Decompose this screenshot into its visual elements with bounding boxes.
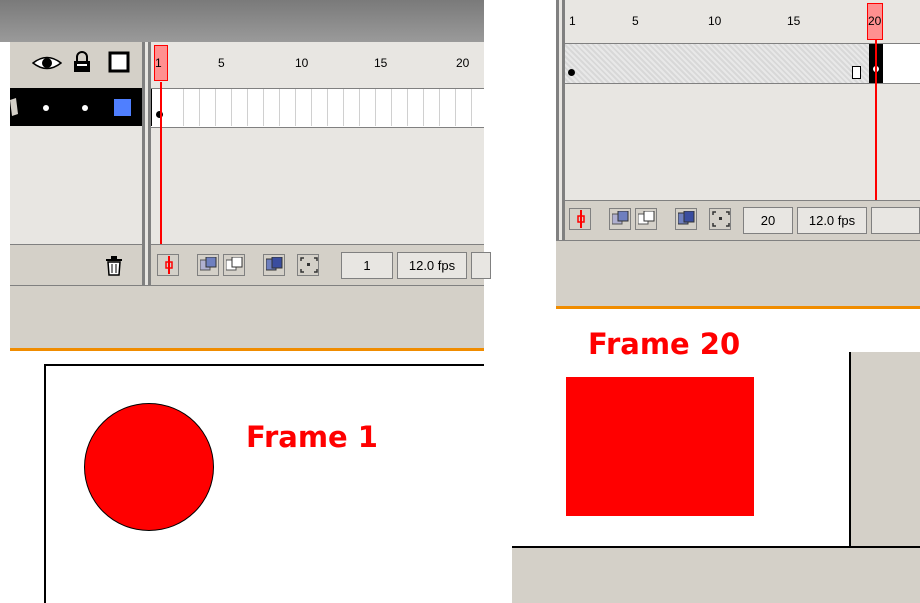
modify-onion-markers-icon bbox=[300, 257, 318, 278]
onion-skin-outlines-button[interactable] bbox=[223, 254, 245, 276]
onion-skin-icon bbox=[611, 210, 630, 232]
current-frame-field: 1 bbox=[341, 252, 393, 279]
frames-row-right[interactable] bbox=[565, 44, 920, 84]
modify-onion-markers-button[interactable] bbox=[709, 208, 731, 230]
ruler-number-20: 20 bbox=[456, 56, 470, 70]
frame-ruler-right: 1 5 10 15 20 bbox=[565, 0, 920, 44]
ruler-number-20: 20 bbox=[868, 14, 882, 28]
layer-row[interactable] bbox=[10, 88, 142, 126]
ruler-number-1: 1 bbox=[155, 56, 162, 70]
onion-skin-outlines-icon bbox=[225, 256, 244, 278]
lock-icon[interactable] bbox=[72, 51, 92, 78]
center-frame-button[interactable] bbox=[569, 208, 591, 230]
ruler-number-5: 5 bbox=[632, 14, 639, 28]
right-flash-window: 1 5 10 15 20 20 12.0 fps Frame 20 bbox=[484, 0, 920, 603]
toolbar-strip bbox=[10, 285, 484, 349]
edit-multiple-frames-button[interactable] bbox=[263, 254, 285, 276]
ruler-number-15: 15 bbox=[787, 14, 801, 28]
modify-onion-markers-button[interactable] bbox=[297, 254, 319, 276]
ruler-number-10: 10 bbox=[708, 14, 722, 28]
frame-ruler: 1 5 10 15 20 bbox=[151, 42, 484, 89]
playhead-line-right bbox=[875, 40, 877, 202]
layer-color-square[interactable] bbox=[113, 98, 132, 117]
ruler-number-10: 10 bbox=[295, 56, 309, 70]
ruler-number-1: 1 bbox=[569, 14, 576, 28]
eye-icon[interactable] bbox=[31, 54, 63, 77]
timeline-controls-right: 20 12.0 fps bbox=[565, 200, 920, 241]
ruler-number-15: 15 bbox=[374, 56, 388, 70]
red-circle[interactable] bbox=[84, 403, 214, 531]
end-frame-marker bbox=[852, 66, 861, 79]
timeline-controls: 1 12.0 fps bbox=[151, 244, 491, 285]
current-frame-field: 20 bbox=[743, 207, 793, 234]
layer-list-empty bbox=[10, 126, 142, 244]
onion-skin-outlines-icon bbox=[637, 210, 656, 232]
lock-dot[interactable] bbox=[82, 105, 88, 111]
frame-1-label: Frame 1 bbox=[246, 420, 378, 454]
edit-multiple-frames-icon bbox=[265, 256, 284, 278]
pasteboard-gray-bottom bbox=[512, 546, 920, 603]
frame-rate-field[interactable]: 12.0 fps bbox=[797, 207, 867, 234]
timeline-area-right: 1 5 10 15 20 20 12.0 fps bbox=[556, 0, 920, 241]
frame-rate-field[interactable]: 12.0 fps bbox=[397, 252, 467, 279]
onion-skin-icon bbox=[199, 256, 218, 278]
pencil-icon bbox=[10, 98, 18, 121]
outline-icon[interactable] bbox=[108, 51, 132, 78]
center-frame-button[interactable] bbox=[157, 254, 179, 276]
onion-skin-button[interactable] bbox=[197, 254, 219, 276]
layer-controls bbox=[10, 244, 142, 286]
visibility-dot[interactable] bbox=[43, 105, 49, 111]
onion-skin-outlines-button[interactable] bbox=[635, 208, 657, 230]
frames-row[interactable] bbox=[151, 89, 484, 128]
stage: Frame 1 bbox=[44, 364, 484, 603]
elapsed-time-field bbox=[871, 207, 920, 234]
timeline-area: 1 5 10 15 20 1 12.0 fps bbox=[142, 42, 491, 285]
frame-20-label: Frame 20 bbox=[588, 327, 741, 361]
red-square[interactable] bbox=[566, 377, 754, 516]
ruler-number-5: 5 bbox=[218, 56, 225, 70]
toolbar-strip-right bbox=[556, 240, 920, 307]
left-flash-window: 1 5 10 15 20 1 12.0 fps Frame 1 bbox=[0, 0, 491, 603]
onion-skin-button[interactable] bbox=[609, 208, 631, 230]
layer-header bbox=[10, 42, 142, 89]
trash-icon[interactable] bbox=[104, 256, 124, 281]
edit-multiple-frames-icon bbox=[677, 210, 696, 232]
playhead-line bbox=[160, 82, 162, 244]
modify-onion-markers-icon bbox=[712, 211, 730, 232]
center-frame-icon bbox=[575, 210, 587, 233]
edit-multiple-frames-button[interactable] bbox=[675, 208, 697, 230]
timeline-header-strip bbox=[0, 0, 484, 42]
center-frame-icon bbox=[163, 256, 175, 279]
